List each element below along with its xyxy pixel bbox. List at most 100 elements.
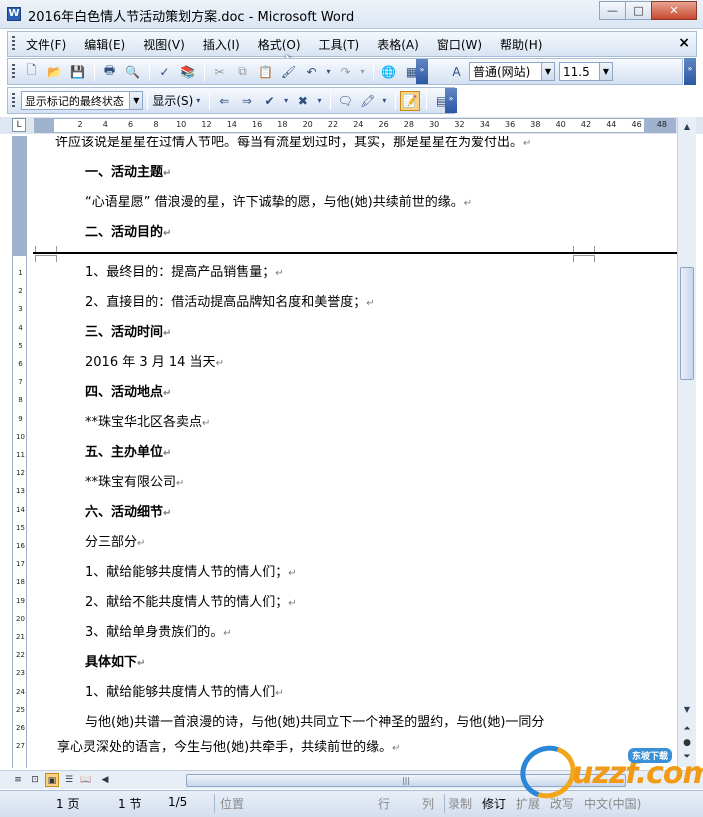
ruler-tick-label: 34 <box>479 120 490 129</box>
accept-change-icon[interactable]: ✔ <box>259 91 280 111</box>
reject-dropdown-icon[interactable]: ▾ <box>315 91 324 111</box>
print-icon[interactable]: 🖶 <box>99 62 120 82</box>
menu-view[interactable]: 视图(V) <box>138 36 190 53</box>
web-layout-view-icon[interactable]: ⊡ <box>28 773 42 787</box>
status-page-count: 1/5 <box>168 795 188 809</box>
track-changes-icon[interactable]: 📝 <box>399 90 421 111</box>
menu-file[interactable]: 文件(F) <box>21 36 71 53</box>
show-markup-menu[interactable]: 显示(S) <box>152 92 193 109</box>
heading: 五、主办单位↵ <box>85 444 171 463</box>
vertical-ruler[interactable]: 1 2 3 4 5 6 7 8 9 10 11 12 13 14 15 16 17 18 19 20 21 22 23 24 2… <box>12 136 27 768</box>
previous-page-icon[interactable]: ⏶ <box>681 723 693 735</box>
reading-layout-view-icon[interactable]: 📖 <box>79 773 93 787</box>
toolbar-grip-icon[interactable] <box>12 63 15 80</box>
word-app-icon[interactable]: W <box>7 7 21 21</box>
accept-dropdown-icon[interactable]: ▾ <box>282 91 291 111</box>
paragraph-mark: ↵ <box>523 138 532 149</box>
outline-view-icon[interactable]: ☰ <box>62 773 76 787</box>
menu-table[interactable]: 表格(A) <box>372 36 424 53</box>
previous-change-icon[interactable]: ⇐ <box>214 91 235 111</box>
paragraph: **珠宝华北区各卖点↵ <box>85 414 210 433</box>
document-area[interactable]: 许应该说是星星在过情人节吧。每当有流星划过时，其实，那是星星在为爱付出。↵ 一、… <box>33 136 677 766</box>
font-size-select[interactable]: 11.5 ▼ <box>559 62 613 81</box>
toolbar-options-chevron-icon[interactable]: » <box>416 59 428 84</box>
scrollbar-thumb[interactable] <box>680 267 694 380</box>
paragraph-text: 2、献给不能共度情人节的情人们； <box>85 595 289 610</box>
format-painter-icon[interactable]: 🖌 <box>278 62 299 82</box>
tab-selector[interactable]: L <box>12 118 26 132</box>
print-preview-icon[interactable]: 🔍 <box>122 62 143 82</box>
maximize-button[interactable]: □ <box>625 1 652 20</box>
menu-grip-icon[interactable] <box>12 36 15 52</box>
minimize-button[interactable]: — <box>599 1 626 20</box>
menu-format[interactable]: 格式(O) <box>253 36 306 53</box>
new-document-icon[interactable]: 🗋 <box>21 62 42 82</box>
paragraph-mark: ↵ <box>137 658 146 669</box>
status-record[interactable]: 录制 <box>448 795 472 812</box>
toolbar-grip-icon[interactable] <box>12 92 15 109</box>
menu-help[interactable]: 帮助(H) <box>495 36 547 53</box>
display-for-review-select[interactable]: 显示标记的最终状态 ▼ <box>20 91 144 110</box>
paragraph: 1、献给能够共度情人节的情人们↵ <box>85 684 284 703</box>
insert-comment-icon[interactable]: 🗨 <box>335 91 356 111</box>
menu-tools[interactable]: 工具(T) <box>314 36 365 53</box>
show-dropdown-icon[interactable]: ▾ <box>193 91 203 111</box>
save-icon[interactable]: 💾 <box>67 62 88 82</box>
chevron-down-icon[interactable]: ▼ <box>599 63 612 80</box>
paragraph-text: 许应该说是星星在过情人节吧。每当有流星划过时，其实，那是星星在为爱付出。 <box>55 136 524 150</box>
close-document-icon[interactable]: × <box>678 35 690 51</box>
scroll-up-icon[interactable]: ▲ <box>678 119 696 135</box>
redo-icon[interactable]: ↷ <box>335 62 356 82</box>
undo-dropdown-icon[interactable]: ▾ <box>324 62 333 82</box>
menu-edit[interactable]: 编辑(E) <box>79 36 130 53</box>
hyperlink-icon[interactable]: 🌐 <box>378 62 399 82</box>
ruler-tick-label: 18 <box>277 120 288 129</box>
paragraph-text: 分三部分 <box>85 535 138 550</box>
vertical-scrollbar[interactable]: ▲ ▼ ⏶ ● ⏷ <box>677 117 696 767</box>
toolbar-options-chevron-icon[interactable]: » <box>684 58 696 85</box>
heading-text: 三、活动时间 <box>85 325 164 340</box>
watermark-tag: 东坡下载 <box>628 748 673 763</box>
heading-text: 一、活动主题 <box>85 165 164 180</box>
next-change-icon[interactable]: ⇒ <box>237 91 258 111</box>
toolbar-options-chevron-icon[interactable]: » <box>445 88 457 113</box>
toolbar-separator <box>209 91 211 110</box>
toolbar-separator <box>394 91 396 110</box>
copy-icon[interactable]: ⧉ <box>232 62 253 82</box>
print-layout-view-icon[interactable]: ▣ <box>45 773 59 787</box>
undo-icon[interactable]: ↶ <box>301 62 322 82</box>
open-folder-icon[interactable]: 📂 <box>44 62 65 82</box>
status-track-changes[interactable]: 修订 <box>482 795 506 812</box>
paragraph-mark: ↵ <box>275 268 284 279</box>
highlight-dropdown-icon[interactable]: ▾ <box>380 91 389 111</box>
vertical-ruler-tick-label: 27 <box>16 742 25 751</box>
paragraph: 2016 年 3 月 14 当天↵ <box>85 354 224 373</box>
paragraph-mark: ↵ <box>288 568 297 579</box>
scroll-down-icon[interactable]: ▼ <box>678 702 696 718</box>
chevron-down-icon[interactable]: ▼ <box>541 63 554 80</box>
horizontal-ruler[interactable]: 2 4 6 8 10 12 14 16 18 20 22 24 26 28 30 32 34 36 38 40 42 44… <box>34 118 676 133</box>
vertical-ruler-tick-label: 8 <box>18 396 23 405</box>
menu-insert[interactable]: 插入(I) <box>198 36 245 53</box>
style-select[interactable]: 普通(网站) ▼ <box>469 62 555 81</box>
research-icon[interactable]: 📚 <box>177 62 198 82</box>
ruler-tick-label: 30 <box>429 120 440 129</box>
close-button[interactable]: ✕ <box>651 1 697 20</box>
normal-view-icon[interactable]: ≡ <box>11 773 25 787</box>
styles-formatting-icon[interactable]: A <box>446 62 467 82</box>
menu-window[interactable]: 窗口(W) <box>432 36 487 53</box>
ruler-tick-label: 42 <box>580 120 592 129</box>
paragraph: 许应该说是星星在过情人节吧。每当有流星划过时，其实，那是星星在为爱付出。↵ <box>55 136 531 153</box>
toolbar-separator <box>147 91 149 110</box>
scroll-left-icon[interactable]: ◀ <box>98 773 112 787</box>
redo-dropdown-icon[interactable]: ▾ <box>358 62 367 82</box>
ruler-tick-label: 6 <box>128 120 134 129</box>
cut-icon[interactable]: ✂ <box>209 62 230 82</box>
spelling-icon[interactable]: ✓ <box>154 62 175 82</box>
reject-change-icon[interactable]: ✖ <box>293 91 314 111</box>
page-break-line <box>33 252 677 254</box>
highlight-icon[interactable]: 🖍 <box>357 91 378 111</box>
vertical-ruler-tick-label: 9 <box>18 414 23 423</box>
chevron-down-icon[interactable]: ▼ <box>129 92 143 109</box>
paste-icon[interactable]: 📋 <box>255 62 276 82</box>
